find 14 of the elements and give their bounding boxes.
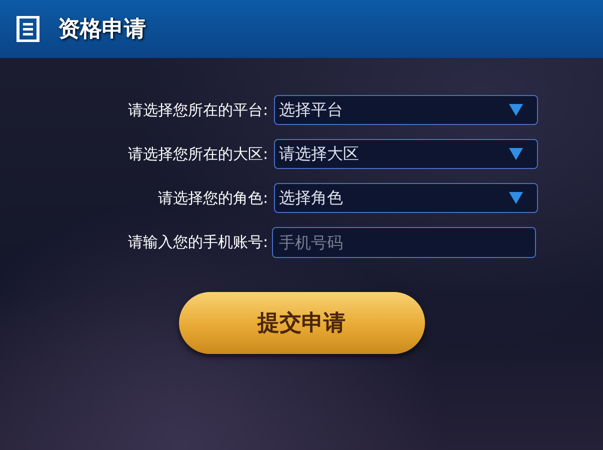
dropdown[interactable]: 选择平台 [274, 95, 538, 125]
caret-icon [509, 148, 523, 160]
document-icon [16, 16, 40, 42]
field-label: 请选择您所在的平台: [126, 100, 268, 120]
dropdown[interactable]: 选择角色 [274, 183, 538, 213]
dropdown[interactable]: 请选择大区 [274, 139, 538, 169]
field-label: 请选择您的角色: [156, 188, 268, 208]
field-label: 请输入您的手机账号: [126, 233, 268, 252]
header-title: 资格申请 [58, 16, 146, 44]
caret-icon [509, 192, 523, 204]
submit-button[interactable]: 提交申请 [178, 292, 424, 354]
field-label: 请选择您所在的大区: [126, 144, 268, 164]
input-field[interactable]: 手机号码 [272, 227, 536, 258]
caret-icon [509, 104, 523, 116]
